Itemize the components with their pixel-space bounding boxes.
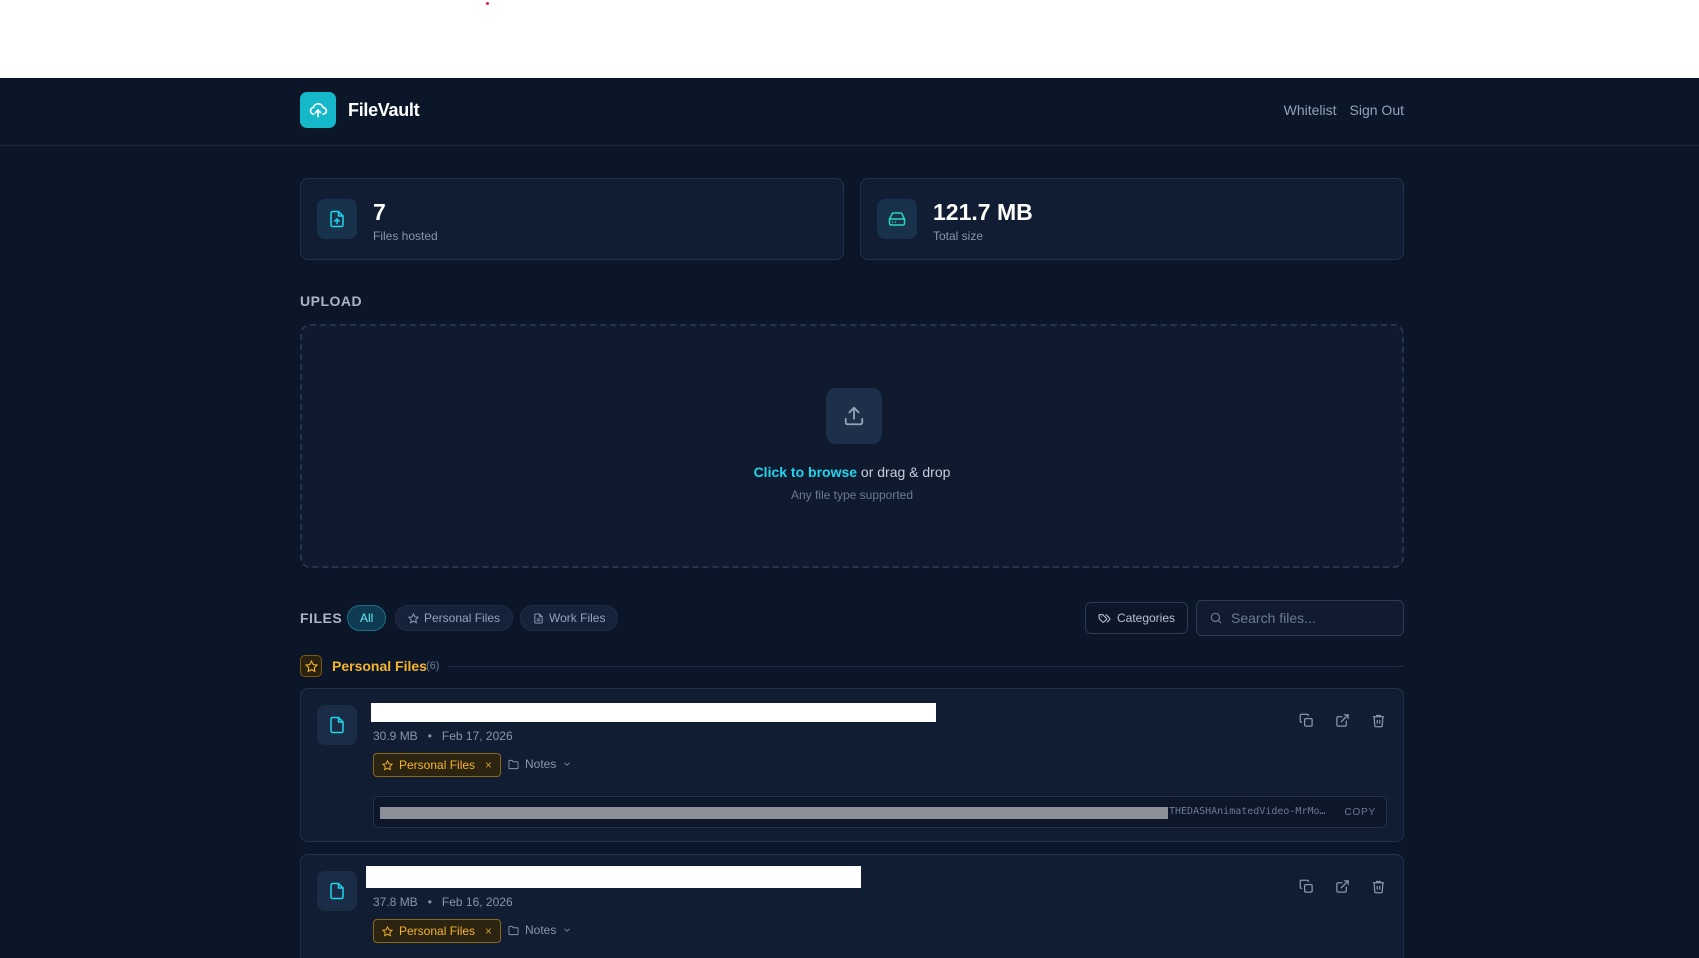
search-input[interactable] — [1231, 610, 1391, 626]
upload-dropzone[interactable]: Click to browse or drag & drop Any file … — [300, 324, 1404, 568]
filter-work-files-label: Work Files — [549, 611, 606, 625]
filter-all[interactable]: All — [347, 605, 387, 631]
drag-drop-text: or drag & drop — [857, 464, 951, 480]
categories-label: Categories — [1116, 611, 1176, 625]
group-count: (6) — [426, 660, 440, 672]
chevron-down-icon — [564, 928, 571, 932]
logo[interactable] — [300, 92, 336, 128]
notes-dropdown[interactable]: Notes — [508, 757, 572, 771]
browse-link[interactable]: Click to browse — [754, 464, 857, 480]
cloud-upload-icon — [309, 102, 328, 118]
dropzone-text: Click to browse or drag & drop — [302, 464, 1402, 480]
brand-name[interactable]: FileVault — [348, 100, 420, 121]
notes-label: Notes — [525, 757, 557, 771]
file-card: 37.8 MB • Feb 16, 2026 Personal Files × … — [300, 854, 1404, 958]
notes-dropdown[interactable]: Notes — [508, 923, 572, 937]
category-tag: Personal Files × — [373, 753, 502, 777]
group-name: Personal Files — [332, 658, 427, 674]
group-divider — [448, 666, 1404, 667]
stat-value-files: 7 — [373, 199, 386, 225]
category-tag-label: Personal Files — [399, 758, 476, 772]
nav-link-whitelist[interactable]: Whitelist — [1284, 102, 1337, 118]
star-icon — [382, 759, 393, 770]
redacted-file-name — [366, 866, 861, 888]
file-meta: 37.8 MB • Feb 16, 2026 — [373, 895, 513, 909]
filter-all-label: All — [360, 611, 374, 625]
remove-tag-button[interactable]: × — [485, 924, 492, 938]
copy-url-button[interactable]: COPY — [1344, 807, 1376, 818]
file-size: 30.9 MB — [373, 729, 418, 743]
file-date: Feb 16, 2026 — [441, 895, 513, 909]
red-dot-marker — [486, 2, 489, 5]
external-link-icon[interactable] — [1333, 711, 1351, 729]
browser-top-area — [0, 0, 1699, 78]
hard-drive-icon — [877, 199, 917, 239]
meta-separator: • — [427, 895, 432, 909]
stat-card-files: 7 Files hosted — [300, 178, 844, 260]
file-url-field[interactable]: THEDASHAnimatedVideo-MrMo… COPY — [373, 796, 1387, 828]
upload-icon — [826, 388, 882, 444]
meta-separator: • — [427, 729, 432, 743]
external-link-icon[interactable] — [1333, 877, 1351, 895]
nav-link-sign-out[interactable]: Sign Out — [1350, 102, 1404, 118]
file-card: 30.9 MB • Feb 17, 2026 Personal Files × … — [300, 688, 1404, 842]
document-icon — [534, 612, 543, 624]
group-header-personal-files: Personal Files (6) — [300, 653, 1404, 679]
notes-label: Notes — [525, 923, 557, 937]
file-actions — [1297, 877, 1387, 895]
stat-card-size: 121.7 MB Total size — [860, 178, 1404, 260]
search-icon — [1210, 612, 1222, 624]
category-tag: Personal Files × — [373, 919, 502, 943]
files-section-title: FILES — [300, 610, 343, 626]
filter-personal-files-label: Personal Files — [424, 611, 501, 625]
tags-icon — [1098, 613, 1111, 623]
filter-work-files[interactable]: Work Files — [520, 605, 619, 631]
file-actions — [1297, 711, 1387, 729]
file-upload-icon — [317, 199, 357, 239]
file-icon — [317, 871, 357, 911]
chevron-down-icon — [564, 762, 571, 766]
star-icon — [408, 612, 419, 623]
upload-section-title: UPLOAD — [300, 293, 363, 309]
folder-icon — [508, 759, 519, 769]
redacted-url — [380, 807, 1168, 819]
file-size: 37.8 MB — [373, 895, 418, 909]
category-tag-label: Personal Files — [399, 924, 476, 938]
url-tail: THEDASHAnimatedVideo-MrMo… — [1169, 806, 1326, 817]
dropzone-subtext: Any file type supported — [790, 488, 914, 502]
nav-links: Whitelist Sign Out — [1284, 102, 1404, 118]
star-icon — [300, 655, 322, 677]
remove-tag-button[interactable]: × — [485, 758, 492, 772]
trash-icon[interactable] — [1369, 711, 1387, 729]
trash-icon[interactable] — [1369, 877, 1387, 895]
folder-icon — [508, 925, 519, 935]
stat-label-size: Total size — [933, 229, 984, 243]
copy-icon[interactable] — [1297, 711, 1315, 729]
redacted-file-name — [371, 703, 936, 722]
search-box — [1196, 600, 1404, 636]
stat-value-size: 121.7 MB — [933, 199, 1033, 225]
copy-icon[interactable] — [1297, 877, 1315, 895]
file-date: Feb 17, 2026 — [441, 729, 513, 743]
top-nav: FileVault Whitelist Sign Out — [0, 78, 1699, 146]
stat-label-files: Files hosted — [373, 229, 438, 243]
file-meta: 30.9 MB • Feb 17, 2026 — [373, 729, 513, 743]
star-icon — [382, 925, 393, 936]
app-root: FileVault Whitelist Sign Out 7 Files hos… — [0, 78, 1699, 958]
filter-personal-files[interactable]: Personal Files — [395, 605, 514, 631]
categories-button[interactable]: Categories — [1085, 602, 1188, 634]
file-icon — [317, 705, 357, 745]
